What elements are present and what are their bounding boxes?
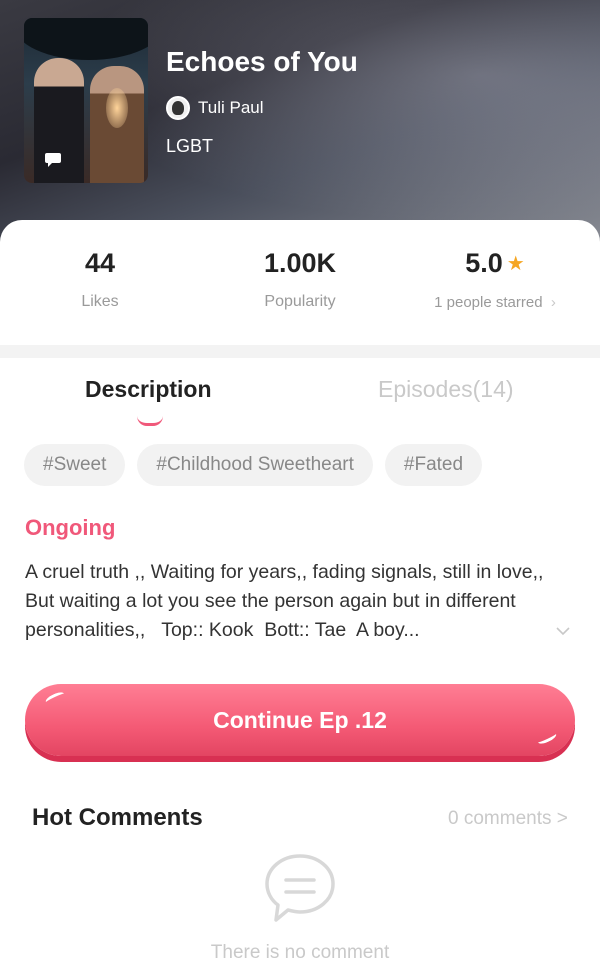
rating-label: 1 people starred	[434, 294, 543, 311]
comment-bubble-icon	[262, 852, 338, 924]
tag-list: #Sweet #Childhood Sweetheart #Fated	[24, 444, 483, 486]
status-label: Ongoing	[25, 515, 116, 540]
star-icon: ★	[506, 253, 525, 275]
author-name: Tuli Paul	[198, 98, 264, 117]
tag-chip[interactable]: #Fated	[384, 444, 483, 486]
popularity-value: 1.00K	[263, 248, 337, 278]
tab-episodes[interactable]: Episodes(14)	[378, 376, 514, 403]
book-header	[0, 0, 600, 250]
author-link[interactable]: Tuli Paul	[166, 96, 264, 120]
tag-chip[interactable]: #Sweet	[24, 444, 126, 486]
rating-value: 5.0	[465, 248, 503, 278]
tab-description[interactable]: Description	[85, 376, 212, 403]
chevron-right-icon: ›	[550, 294, 556, 311]
book-cover[interactable]	[24, 18, 148, 183]
tag-chip[interactable]: #Childhood Sweetheart	[137, 444, 373, 486]
popularity-label: Popularity	[264, 293, 336, 310]
continue-button-label: Continue Ep .12	[213, 706, 387, 733]
likes-label: Likes	[81, 293, 119, 310]
tab-bar: Description Episodes(14)	[0, 376, 600, 426]
description-text: A cruel truth ,, Waiting for years,, fad…	[25, 561, 544, 641]
rating-stat[interactable]: 5.0 ★ 1 people starred ›	[390, 248, 600, 311]
genre-label[interactable]: LGBT	[166, 136, 213, 157]
active-tab-indicator	[137, 416, 163, 426]
author-avatar	[166, 96, 190, 120]
section-divider	[0, 345, 600, 358]
chat-bubble-icon	[39, 146, 67, 174]
popularity-stat: 1.00K Popularity	[200, 248, 400, 311]
chevron-down-icon[interactable]	[556, 623, 570, 641]
empty-comments-text: There is no comment	[210, 942, 390, 963]
book-detail-card: 44 Likes 1.00K Popularity 5.0 ★ 1 people …	[0, 220, 600, 980]
book-title: Echoes of You	[166, 46, 358, 77]
comments-count-link[interactable]: 0 comments >	[448, 808, 568, 830]
hot-comments-heading: Hot Comments	[32, 804, 203, 831]
likes-stat: 44 Likes	[0, 248, 200, 311]
continue-reading-button[interactable]: Continue Ep .12	[25, 684, 575, 756]
stats-row: 44 Likes 1.00K Popularity 5.0 ★ 1 people …	[0, 248, 600, 318]
likes-value: 44	[84, 248, 116, 278]
